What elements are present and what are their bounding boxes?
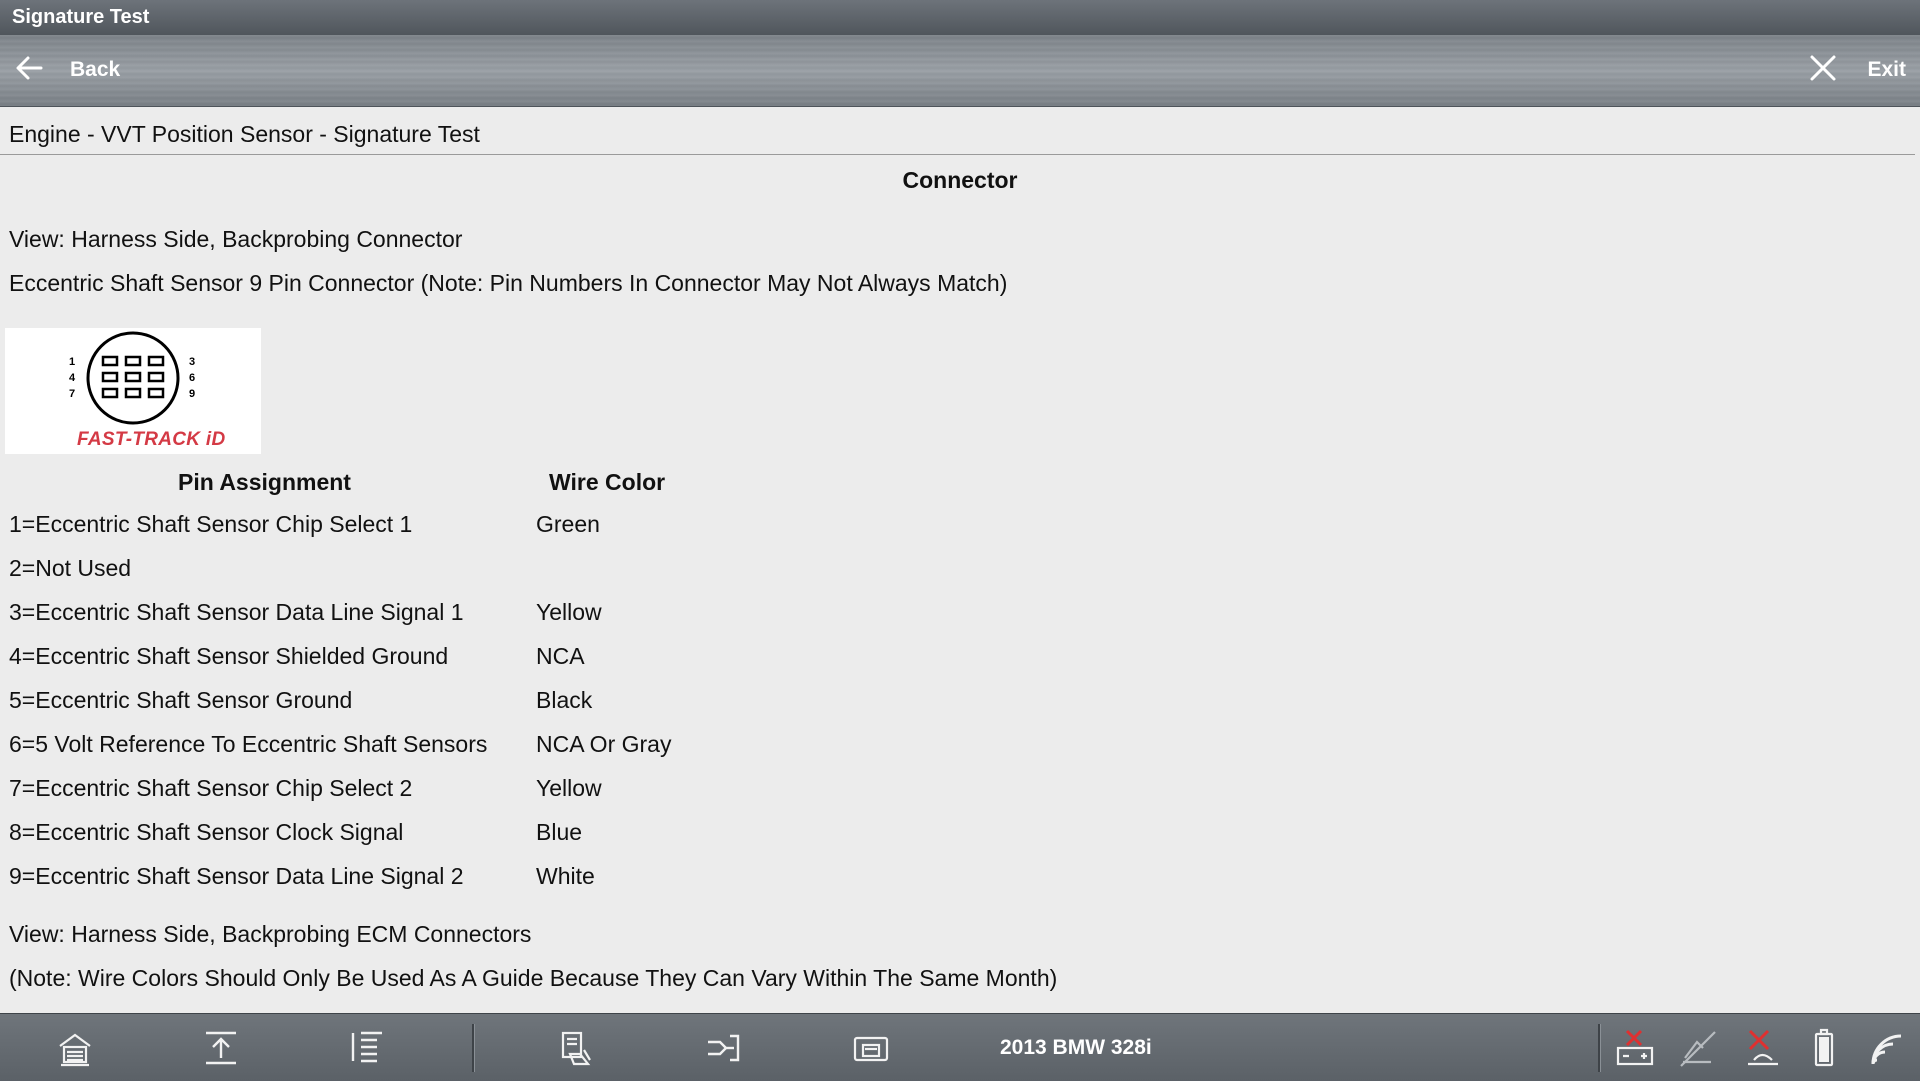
pin-assignment: 5=Eccentric Shaft Sensor Ground xyxy=(9,687,353,713)
table-row: 3=Eccentric Shaft Sensor Data Line Signa… xyxy=(0,599,800,643)
exit-button[interactable]: Exit xyxy=(1809,52,1906,88)
wire-color: Black xyxy=(536,687,593,713)
view-line: View: Harness Side, Backprobing Connecto… xyxy=(9,226,463,252)
pin-assignment: 2=Not Used xyxy=(9,555,132,581)
connector-diagram: 1 4 7 3 6 9 xyxy=(69,331,195,425)
print-icon[interactable] xyxy=(556,1028,596,1068)
pin-assignment-header: Pin Assignment xyxy=(178,469,351,495)
pin-assignment: 6=5 Volt Reference To Eccentric Shaft Se… xyxy=(9,731,488,757)
pin-label-right: 6 xyxy=(189,372,195,384)
connector-description: Eccentric Shaft Sensor 9 Pin Connector (… xyxy=(9,270,1008,296)
close-icon xyxy=(1809,54,1837,87)
wire-color: Yellow xyxy=(536,775,602,801)
connection-error-icon[interactable] xyxy=(1742,1028,1782,1068)
pin-assignment: 9=Eccentric Shaft Sensor Data Line Signa… xyxy=(9,863,464,889)
table-row: 1=Eccentric Shaft Sensor Chip Select 1 G… xyxy=(0,511,800,555)
table-row: 8=Eccentric Shaft Sensor Clock Signal Bl… xyxy=(0,819,800,863)
wire-color: NCA Or Gray xyxy=(536,731,672,757)
table-row: 7=Eccentric Shaft Sensor Chip Select 2 Y… xyxy=(0,775,800,819)
table-row: 5=Eccentric Shaft Sensor Ground Black xyxy=(0,687,800,731)
breadcrumb: Engine - VVT Position Sensor - Signature… xyxy=(9,121,480,147)
navigation-bar: Back Exit xyxy=(0,35,1920,107)
bottom-toolbar: 2013 BMW 328i xyxy=(0,1013,1920,1081)
save-icon[interactable] xyxy=(851,1028,891,1068)
arrow-left-icon xyxy=(14,53,44,88)
content-area[interactable]: Engine - VVT Position Sensor - Signature… xyxy=(0,106,1920,1012)
pin-label-right: 3 xyxy=(189,356,195,368)
section-title: Connector xyxy=(902,167,1018,193)
pin-label-left: 7 xyxy=(69,388,75,400)
toolbar-separator xyxy=(472,1024,475,1072)
wire-color: White xyxy=(536,863,595,889)
pin-assignment: 7=Eccentric Shaft Sensor Chip Select 2 xyxy=(9,775,413,801)
shortcut-icon[interactable] xyxy=(704,1028,744,1068)
wire-color: Blue xyxy=(536,819,583,845)
wire-color-note: (Note: Wire Colors Should Only Be Used A… xyxy=(9,965,1058,991)
exit-label: Exit xyxy=(1867,58,1906,81)
wifi-icon[interactable] xyxy=(1867,1028,1907,1068)
toolbar-separator xyxy=(1598,1024,1601,1072)
table-row: 4=Eccentric Shaft Sensor Shielded Ground… xyxy=(0,643,800,687)
pin-assignment: 4=Eccentric Shaft Sensor Shielded Ground xyxy=(9,643,449,669)
table-row: 2=Not Used xyxy=(0,555,800,599)
wire-color-header: Wire Color xyxy=(549,469,666,495)
signal-disconnected-icon[interactable] xyxy=(1677,1028,1717,1068)
connector-image: 1 4 7 3 6 9 FAST-TRACK iD xyxy=(5,328,261,454)
wire-color: Yellow xyxy=(536,599,602,625)
divider xyxy=(0,154,1915,155)
pin-label-left: 4 xyxy=(69,372,76,384)
table-row: 6=5 Volt Reference To Eccentric Shaft Se… xyxy=(0,731,800,775)
battery-disconnected-icon[interactable] xyxy=(1615,1028,1655,1068)
view-line: View: Harness Side, Backprobing ECM Conn… xyxy=(9,921,532,947)
battery-level-icon xyxy=(1804,1028,1844,1068)
back-label: Back xyxy=(70,58,121,81)
home-icon[interactable] xyxy=(55,1028,95,1068)
fast-track-logo: FAST-TRACK iD xyxy=(77,429,226,450)
scroll-bottom-icon[interactable] xyxy=(347,1028,387,1068)
scroll-top-icon[interactable] xyxy=(201,1028,241,1068)
wire-color: Green xyxy=(536,511,600,537)
pin-label-left: 1 xyxy=(69,356,75,368)
window-title: Signature Test xyxy=(0,0,1920,35)
pin-assignment: 1=Eccentric Shaft Sensor Chip Select 1 xyxy=(9,511,413,537)
vehicle-label: 2013 BMW 328i xyxy=(1000,1036,1152,1059)
pin-assignment: 8=Eccentric Shaft Sensor Clock Signal xyxy=(9,819,404,845)
back-button[interactable]: Back xyxy=(14,52,120,88)
pin-label-right: 9 xyxy=(189,388,195,400)
pin-assignment: 3=Eccentric Shaft Sensor Data Line Signa… xyxy=(9,599,464,625)
wire-color: NCA xyxy=(536,643,585,669)
table-row: 9=Eccentric Shaft Sensor Data Line Signa… xyxy=(0,863,800,907)
